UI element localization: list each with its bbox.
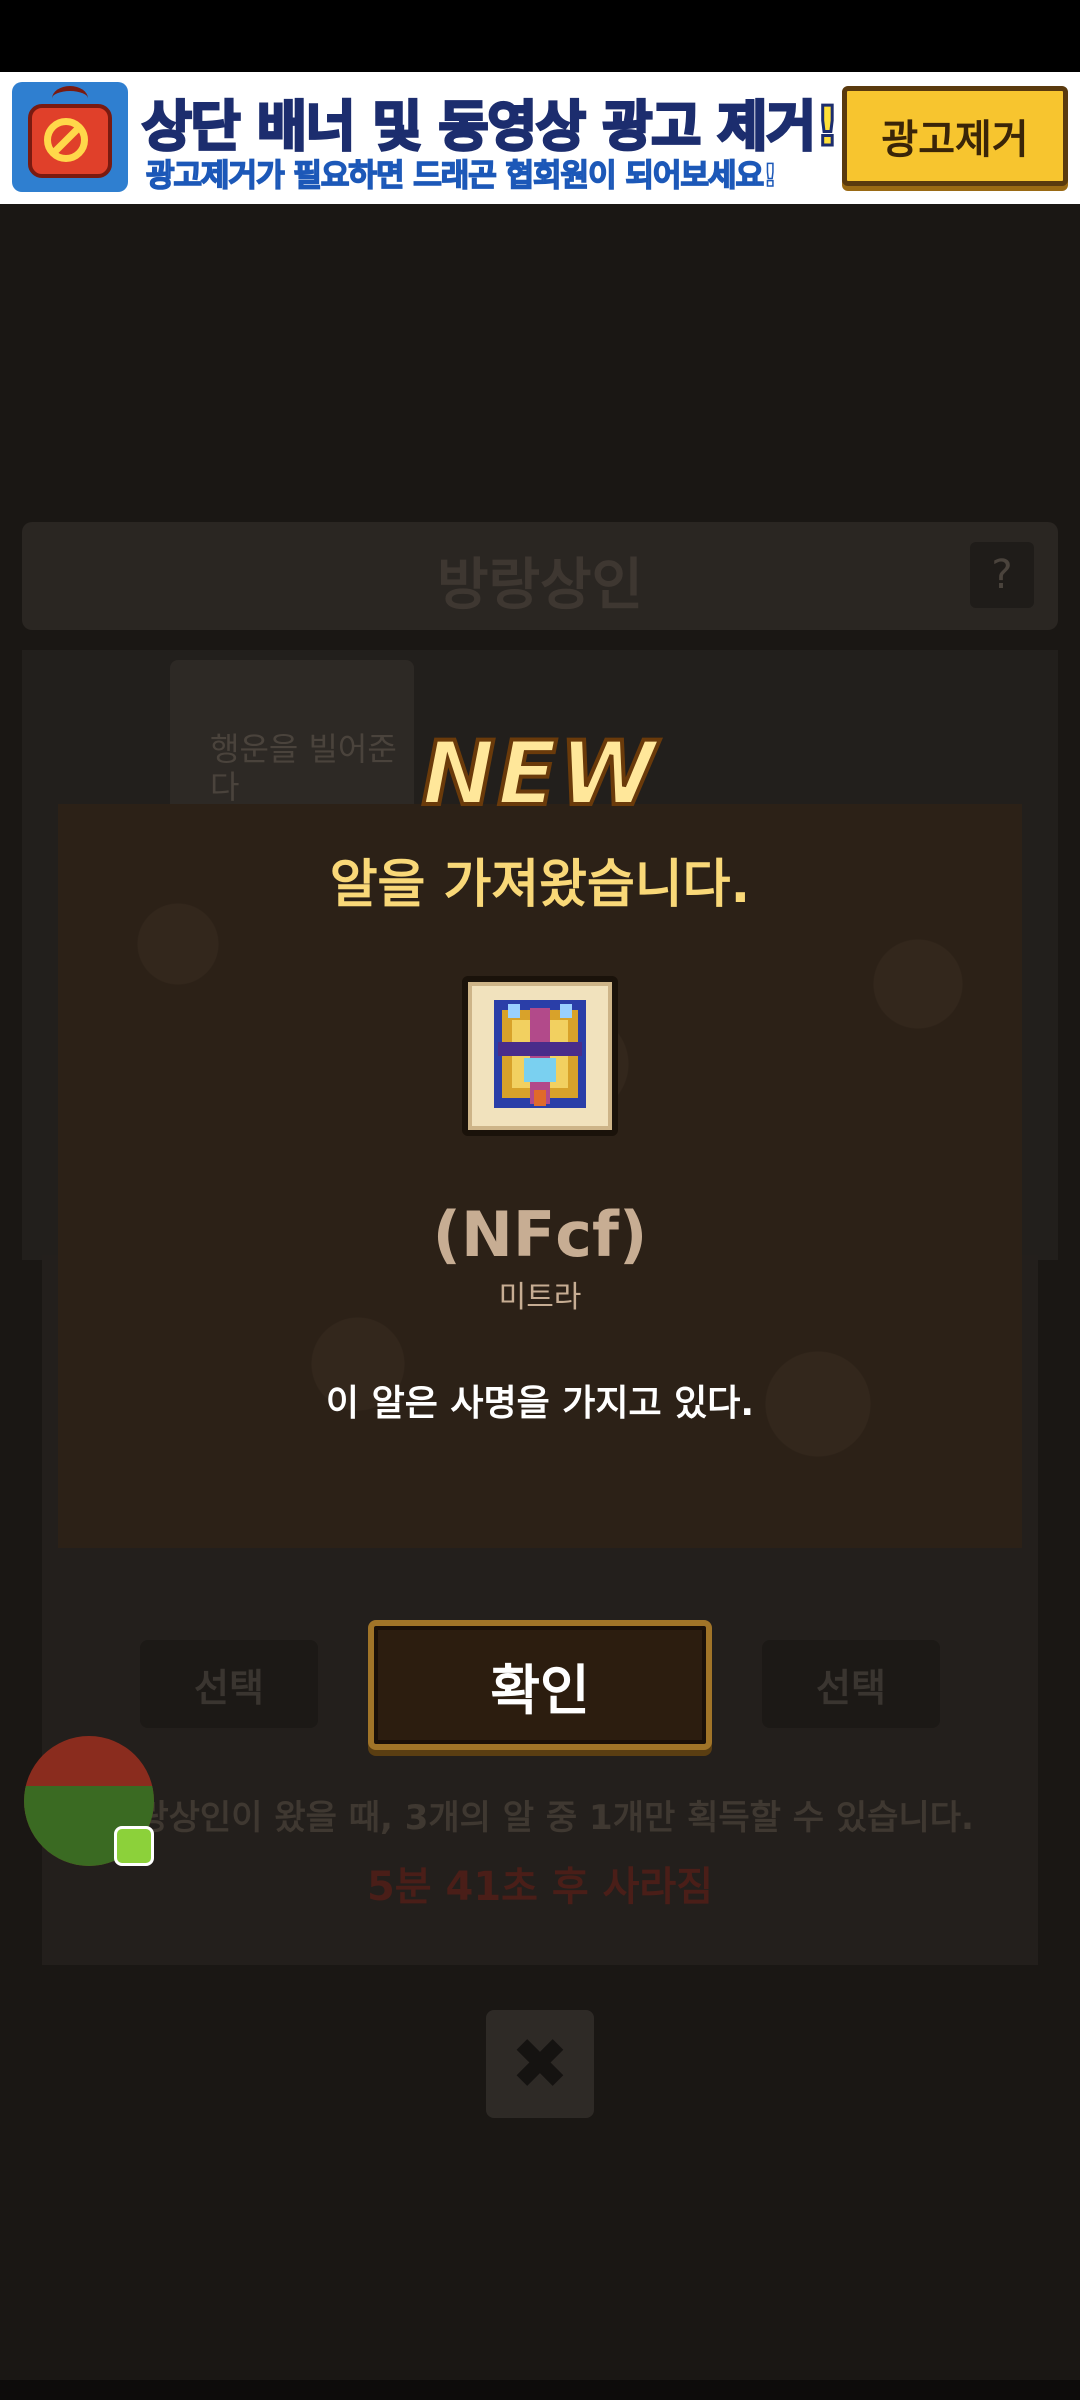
- system-nav-bar: [0, 2380, 1080, 2400]
- select-button-left[interactable]: 선택: [140, 1640, 318, 1728]
- merchant-info-text: 방랑상인이 왔을 때, 3개의 알 중 1개만 획득할 수 있습니다.: [106, 1798, 974, 1838]
- select-button-right[interactable]: 선택: [762, 1640, 940, 1728]
- ad-banner[interactable]: 상단 배너 및 동영상 광고 제거! 광고제거가 필요하면 드래곤 협회원이 되…: [0, 72, 1080, 204]
- help-button[interactable]: ?: [970, 542, 1034, 608]
- chat-badge-icon[interactable]: [114, 1826, 154, 1866]
- new-badge: NEW: [420, 720, 659, 827]
- merchant-header: 방랑상인 ?: [22, 522, 1058, 630]
- item-subname: 미트라: [498, 1280, 582, 1315]
- close-button[interactable]: ✖: [486, 2010, 594, 2118]
- modal-title: 알을 가져왔습니다.: [329, 855, 751, 915]
- merchant-timer: 5분 41초 후 사라짐: [366, 1864, 714, 1910]
- confirm-button[interactable]: 확인: [368, 1620, 712, 1750]
- remove-ads-button[interactable]: 광고제거: [842, 86, 1068, 186]
- egg-icon: [462, 976, 618, 1136]
- no-ads-tv-icon: [12, 82, 128, 192]
- item-description: 이 알은 사명을 가지고 있다.: [325, 1383, 755, 1424]
- ad-subtitle: 광고제거가 필요하면 드래곤 협회원이 되어보세요!: [145, 157, 778, 195]
- page-title: 방랑상인: [436, 553, 644, 618]
- status-bar: [0, 0, 1080, 72]
- item-name: (NFcf): [432, 1198, 648, 1271]
